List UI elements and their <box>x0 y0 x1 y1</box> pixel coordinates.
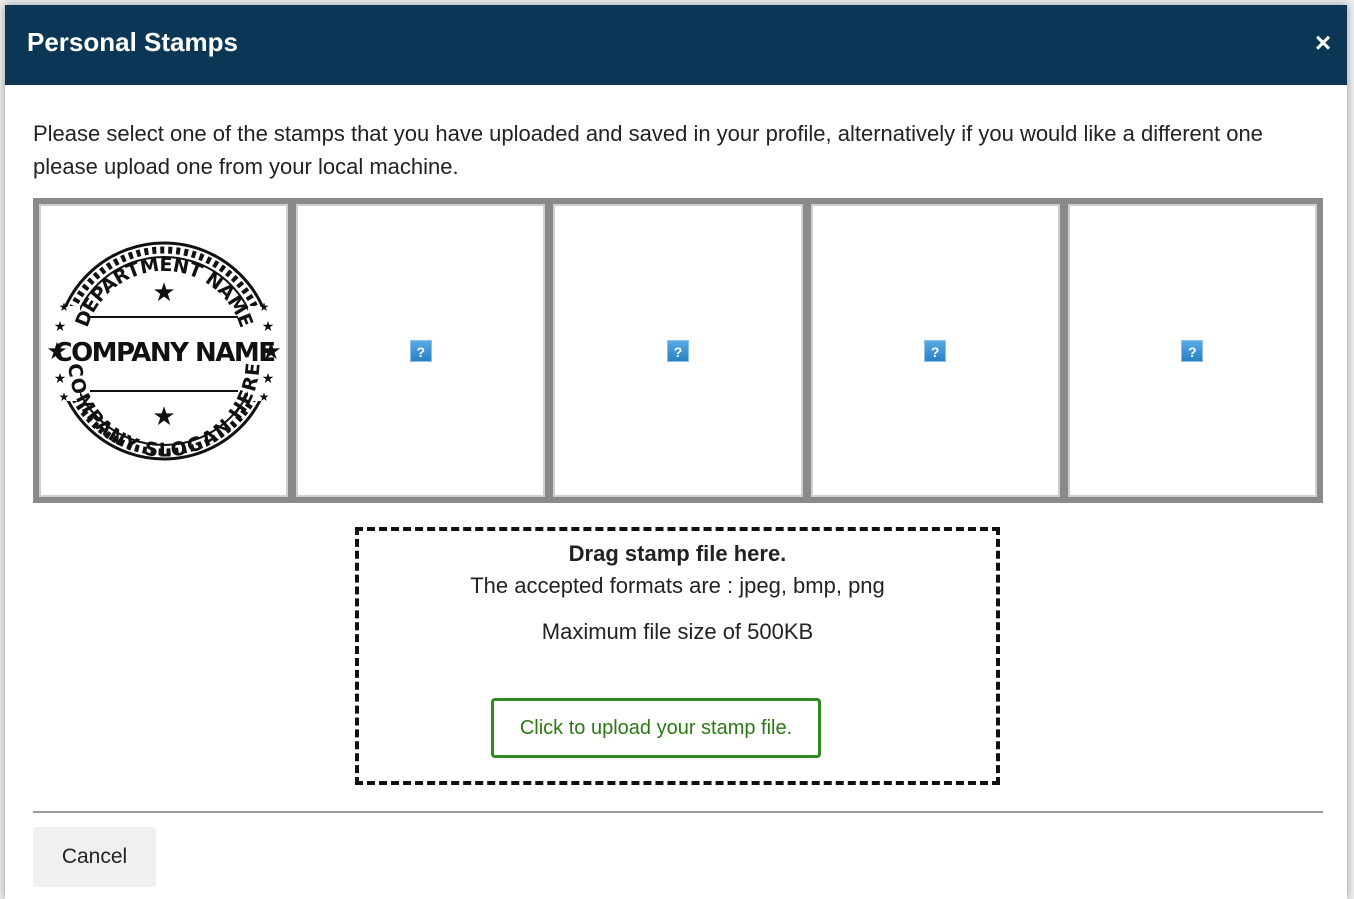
stamp-slot-3[interactable]: ? <box>553 204 803 497</box>
stamp-slot-2[interactable]: ? <box>296 204 546 497</box>
accepted-formats-text: The accepted formats are : jpeg, bmp, pn… <box>470 573 885 598</box>
broken-image-icon: ? <box>924 339 947 362</box>
stamp-slot-1[interactable]: ★ ★ ★ ★ ★ ★ ★ ★ ★ ★ DEPARTMENT NAME COMP… <box>39 204 289 497</box>
instructions-text: Please select one of the stamps that you… <box>33 121 1263 179</box>
close-icon[interactable]: × <box>1307 25 1339 61</box>
svg-text:★: ★ <box>53 319 66 335</box>
svg-text:★: ★ <box>258 300 269 314</box>
footer-divider <box>33 811 1323 813</box>
broken-image-icon: ? <box>1181 339 1204 362</box>
stamp-slot-4[interactable]: ? <box>810 204 1060 497</box>
svg-text:★: ★ <box>152 402 175 432</box>
dialog-header: Personal Stamps × <box>5 5 1347 85</box>
cancel-button[interactable]: Cancel <box>33 827 156 887</box>
dropzone-title: Drag stamp file here. <box>568 541 787 566</box>
svg-text:★: ★ <box>58 390 69 404</box>
stamp-dropzone[interactable]: Drag stamp file here. The accepted forma… <box>355 527 1000 785</box>
svg-text:★: ★ <box>258 390 269 404</box>
company-stamp-image: ★ ★ ★ ★ ★ ★ ★ ★ ★ ★ DEPARTMENT NAME COMP… <box>46 241 281 461</box>
stamp-center-text: COMPANY NAME <box>53 338 274 368</box>
svg-text:★: ★ <box>152 278 175 308</box>
stamps-grid: ★ ★ ★ ★ ★ ★ ★ ★ ★ ★ DEPARTMENT NAME COMP… <box>33 198 1323 503</box>
personal-stamps-dialog: Personal Stamps × Please select one of t… <box>5 5 1347 899</box>
svg-text:★: ★ <box>261 319 274 335</box>
stamp-slot-5[interactable]: ? <box>1067 204 1318 497</box>
dialog-title: Personal Stamps <box>27 27 238 57</box>
broken-image-icon: ? <box>409 339 432 362</box>
max-file-size-text: Maximum file size of 500KB <box>541 619 814 644</box>
broken-image-icon: ? <box>667 339 689 362</box>
svg-text:★: ★ <box>58 300 69 314</box>
upload-stamp-button[interactable]: Click to upload your stamp file. <box>491 698 821 758</box>
